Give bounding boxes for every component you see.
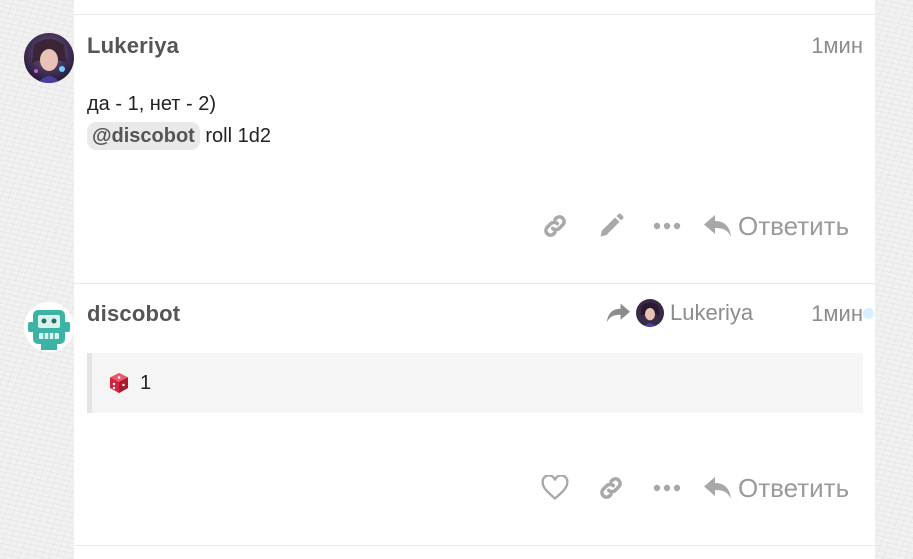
post-actions: Ответить	[538, 206, 849, 246]
reply-to-tab[interactable]: Lukeriya	[606, 299, 753, 327]
heart-icon[interactable]	[538, 475, 572, 501]
more-icon[interactable]	[650, 221, 684, 231]
reply-to-username: Lukeriya	[670, 300, 754, 325]
post-divider	[74, 545, 875, 546]
dice-icon	[108, 372, 130, 394]
post-text-line: да - 1, нет - 2)	[87, 93, 217, 115]
post-username[interactable]: Lukeriya	[87, 33, 179, 59]
reply-label: Ответить	[738, 472, 850, 503]
link-icon[interactable]	[538, 212, 572, 240]
user-avatar[interactable]	[24, 33, 74, 83]
reply-icon	[704, 214, 732, 238]
more-icon[interactable]	[650, 483, 684, 493]
post-divider	[74, 283, 875, 284]
bot-avatar[interactable]	[24, 302, 74, 352]
link-icon[interactable]	[594, 474, 628, 502]
post-date[interactable]: 1мин	[811, 301, 863, 327]
post-username[interactable]: discobot	[87, 301, 180, 327]
edit-icon[interactable]	[594, 212, 628, 240]
post-date[interactable]: 1мин	[811, 33, 863, 59]
post-body: да - 1, нет - 2) @discobot roll 1d2	[87, 89, 271, 151]
reply-button[interactable]: Ответить	[704, 473, 849, 504]
reply-to-avatar	[636, 299, 664, 327]
dice-result: 1	[140, 371, 152, 394]
reply-button[interactable]: Ответить	[704, 211, 849, 242]
post-text-line-2: @discobot roll 1d2	[87, 121, 271, 151]
share-icon	[606, 302, 630, 324]
post-actions: Ответить	[538, 468, 849, 508]
reply-label: Ответить	[738, 210, 850, 241]
unread-indicator	[863, 308, 874, 319]
post-divider	[74, 14, 875, 15]
reply-icon	[704, 476, 732, 500]
dice-result-box: 1	[87, 353, 863, 413]
mention-link[interactable]: @discobot	[87, 122, 200, 150]
mention-text: roll 1d2	[199, 125, 271, 147]
